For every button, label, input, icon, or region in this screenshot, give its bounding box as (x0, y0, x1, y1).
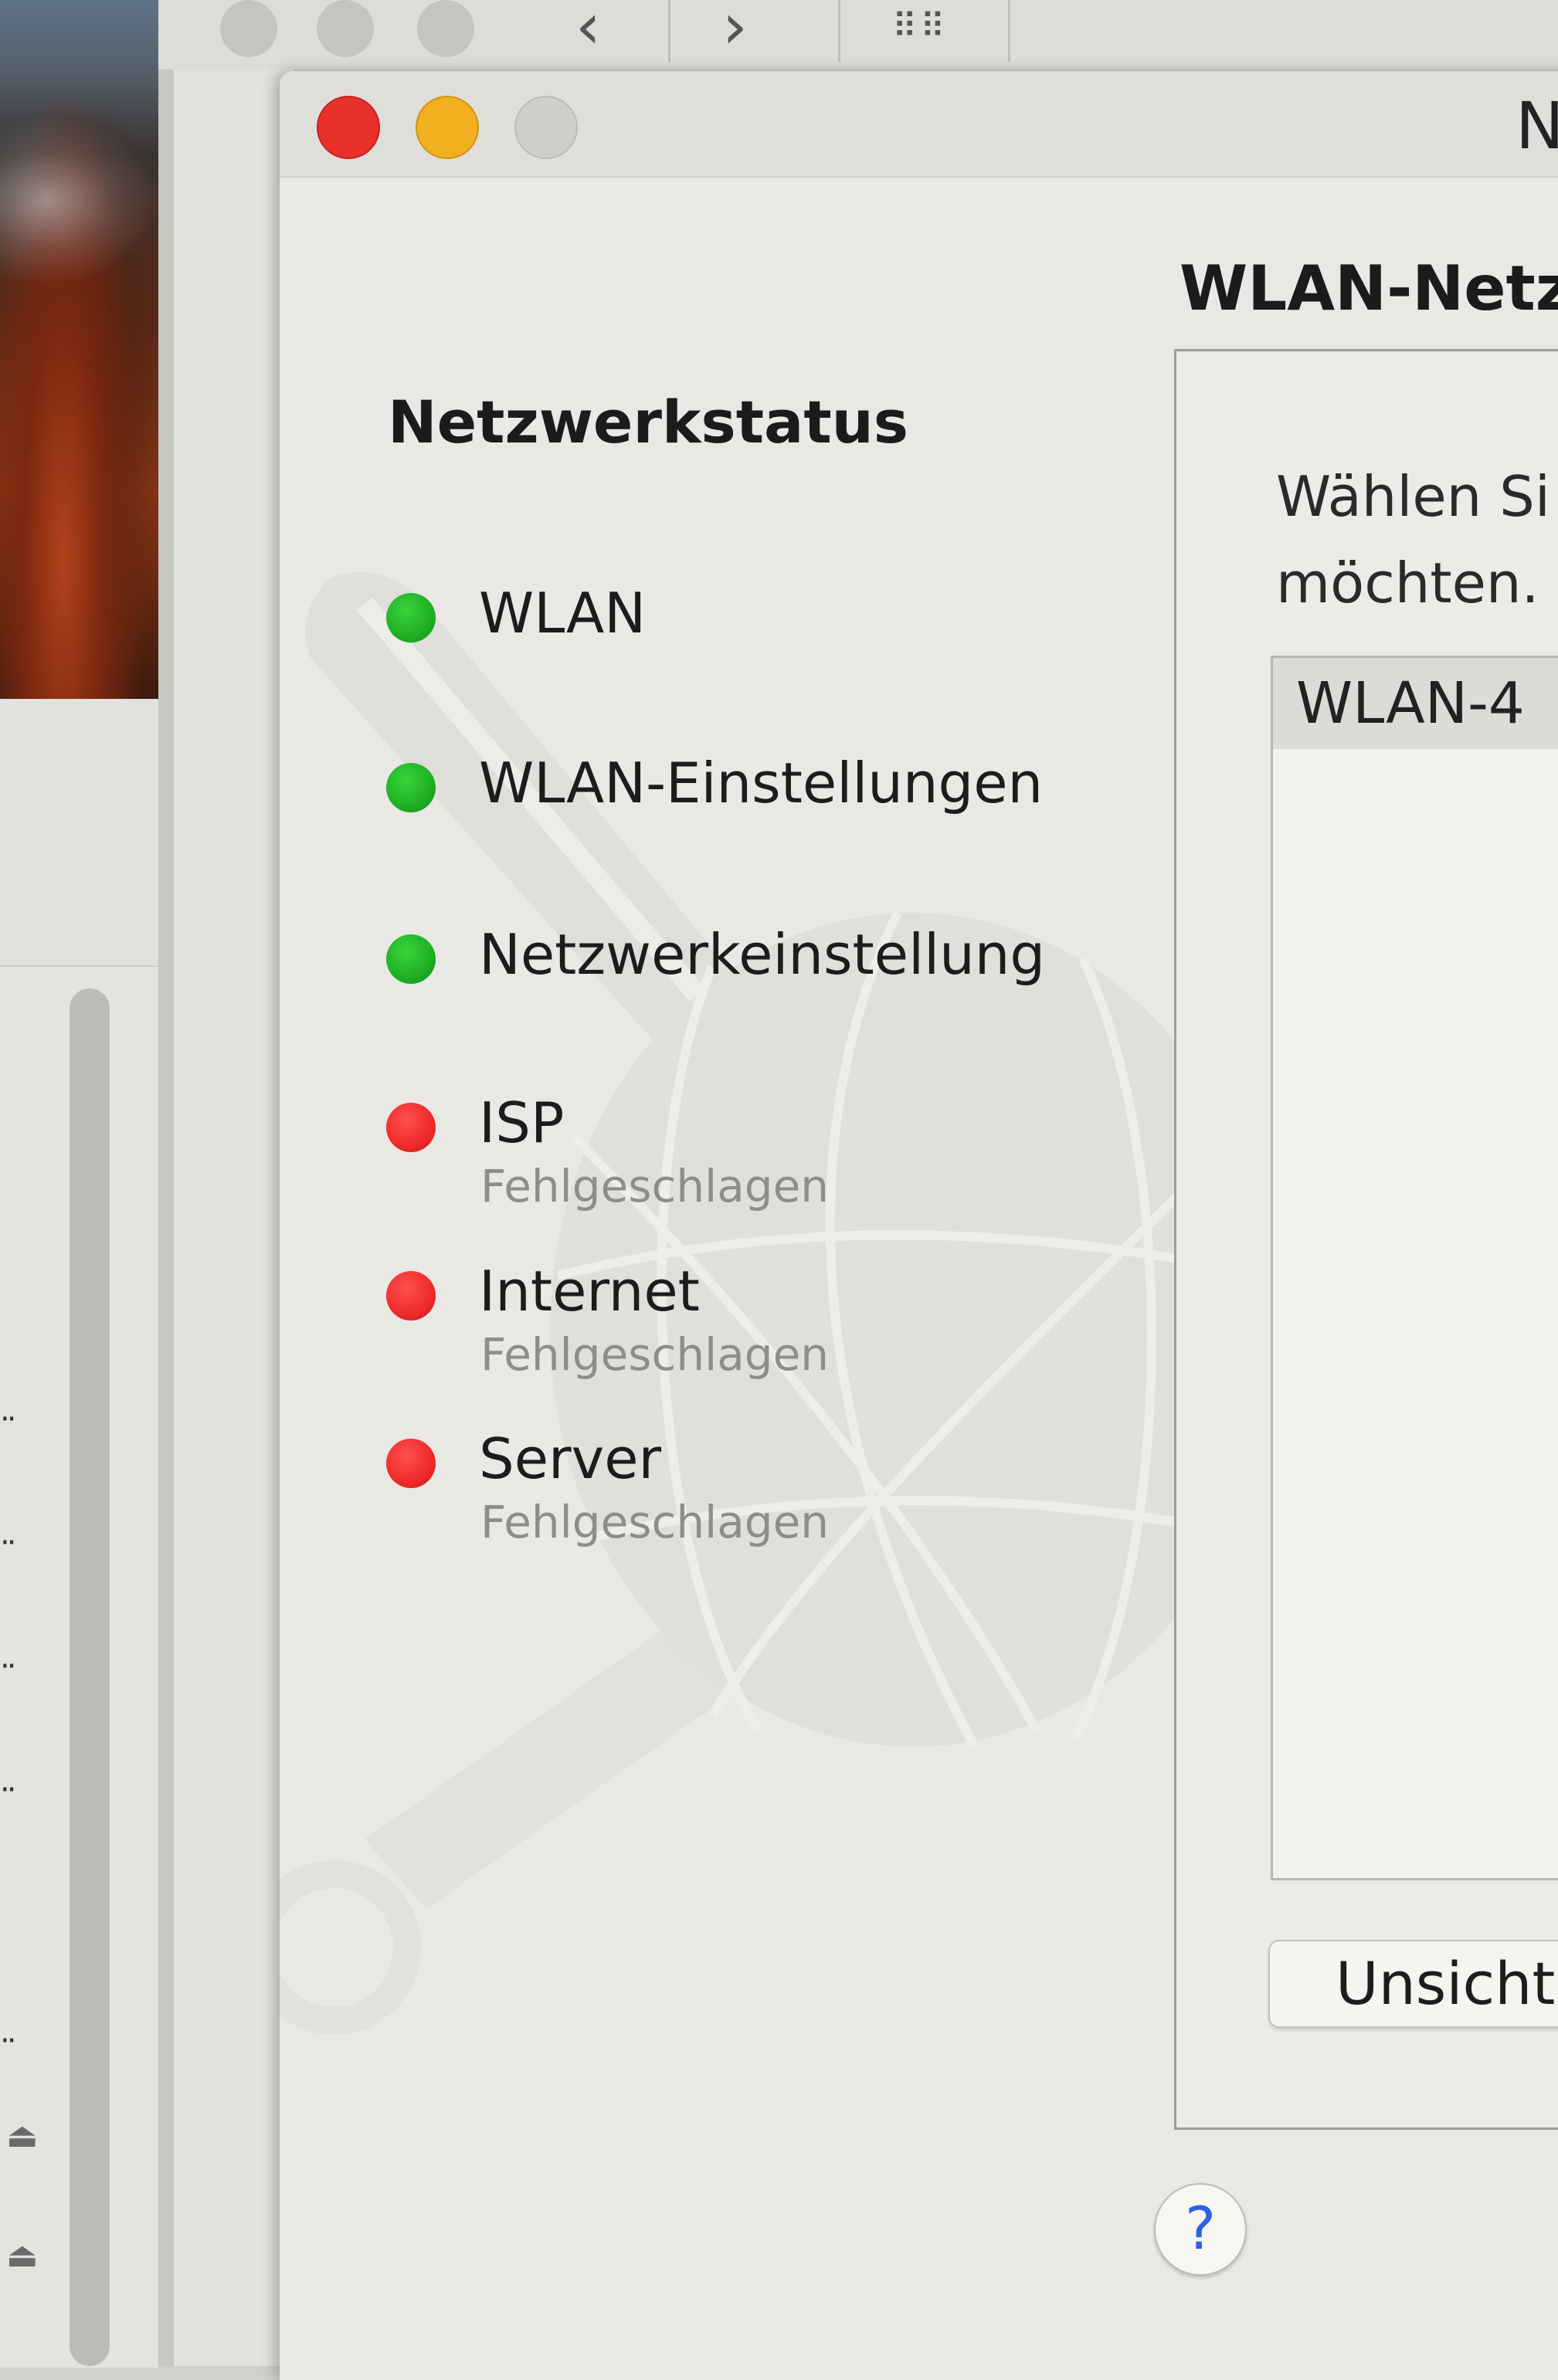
background-traffic-light[interactable] (220, 0, 277, 57)
status-ok-indicator (386, 934, 436, 984)
hidden-network-button[interactable]: Unsicht (1268, 1940, 1558, 2028)
eject-icon[interactable]: ⏏ (6, 2236, 42, 2275)
status-item-label: Netzwerkeinstellung (479, 922, 1046, 987)
close-button[interactable] (317, 96, 380, 159)
wlan-network-pane-title: WLAN-Netz (1180, 253, 1558, 324)
wlan-network-list[interactable]: WLAN-4 (1271, 656, 1558, 1880)
background-window: ·· ·· ·· ·· ·· ⏏ ⏏ (0, 0, 294, 2368)
status-item-sublabel: Fehlgeschlagen (480, 1328, 830, 1381)
ellipsis-icon: ·· (0, 1525, 16, 1561)
ellipsis-icon: ·· (0, 1402, 16, 1437)
instruction-line: Wählen Si (1276, 464, 1550, 529)
status-item-sublabel: Fehlgeschlagen (480, 1160, 830, 1212)
forward-arrow-icon[interactable]: › (722, 0, 748, 59)
background-traffic-light[interactable] (317, 0, 374, 57)
help-button[interactable]: ? (1154, 2183, 1247, 2276)
ellipsis-icon: ·· (0, 1772, 16, 1808)
background-traffic-light[interactable] (417, 0, 474, 57)
network-diagnostics-window: N Netzwerkstatus WLAN WLAN-Einstellungen… (280, 71, 1558, 2380)
background-window-toolbar: ‹ › ⠿⠿ (158, 0, 1558, 70)
status-item-label: Internet (479, 1259, 700, 1324)
status-item-sublabel: Fehlgeschlagen (480, 1496, 830, 1548)
status-ok-indicator (386, 593, 436, 642)
status-ok-indicator (386, 763, 436, 812)
toolbar-divider (668, 0, 670, 62)
minimize-button[interactable] (416, 96, 479, 159)
back-arrow-icon[interactable]: ‹ (575, 0, 601, 59)
status-failed-indicator (386, 1103, 436, 1152)
status-item-label: ISP (479, 1090, 565, 1155)
wlan-instruction-text: Wählen Si möchten. (1276, 453, 1550, 626)
grid-view-icon[interactable]: ⠿⠿ (892, 0, 948, 54)
toolbar-divider (1008, 0, 1010, 62)
background-photo (0, 0, 158, 699)
status-item-label: WLAN-Einstellungen (479, 751, 1044, 815)
zoom-button[interactable] (514, 96, 578, 159)
toolbar-divider (838, 0, 840, 62)
title-bar: N (280, 71, 1558, 178)
list-item[interactable]: WLAN-4 (1273, 658, 1558, 749)
background-scrollbar[interactable] (70, 988, 110, 2366)
status-failed-indicator (386, 1271, 436, 1321)
status-failed-indicator (386, 1439, 436, 1488)
ellipsis-icon: ·· (0, 2023, 16, 2059)
status-item-label: WLAN (479, 581, 647, 646)
hidden-network-button-label: Unsicht (1336, 1949, 1556, 2018)
status-item-label: Server (479, 1426, 662, 1491)
background-photo-detail (0, 116, 158, 286)
help-icon: ? (1184, 2194, 1217, 2263)
instruction-line: möchten. (1276, 551, 1539, 615)
ellipsis-icon: ·· (0, 1649, 16, 1684)
network-name: WLAN-4 (1296, 670, 1525, 737)
eject-icon[interactable]: ⏏ (6, 2116, 42, 2155)
window-title: N (1516, 88, 1558, 164)
window-separator (158, 0, 174, 2366)
network-status-heading: Netzwerkstatus (388, 388, 909, 456)
